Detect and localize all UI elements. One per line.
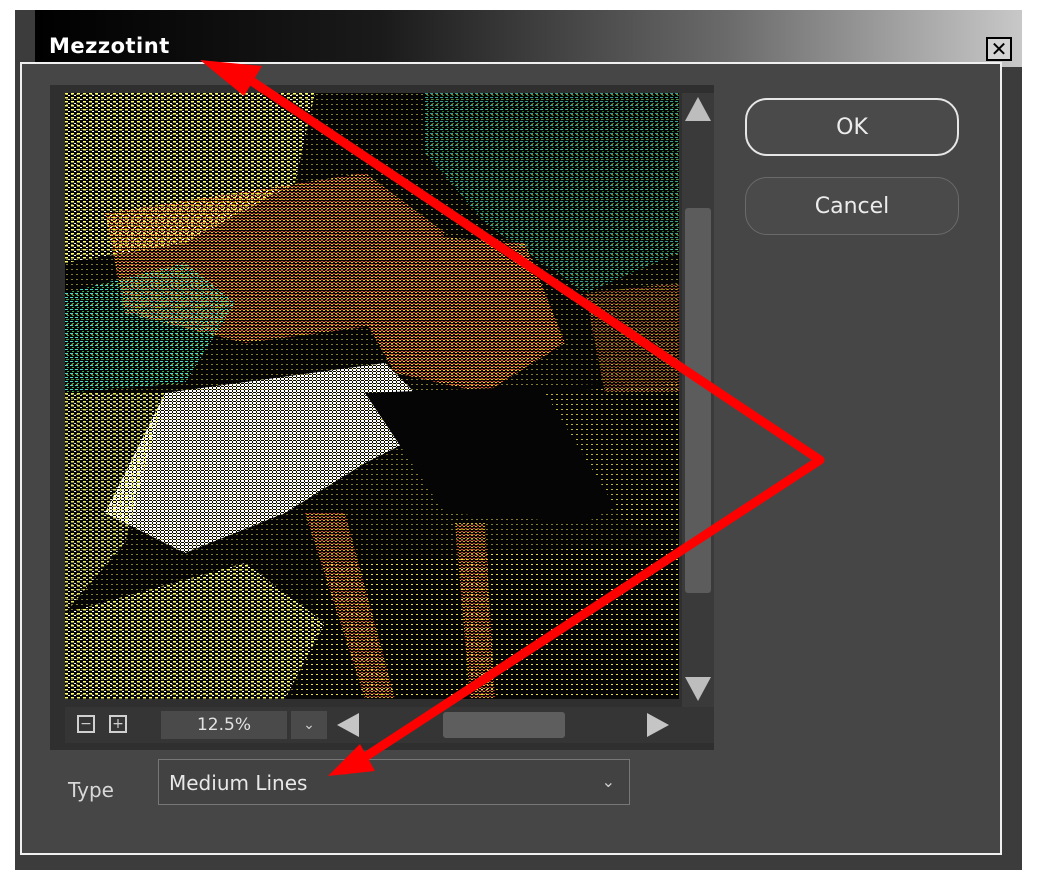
ok-button[interactable]: OK <box>745 98 959 156</box>
type-label: Type <box>68 778 114 802</box>
title-bar: Mezzotint ✕ <box>35 10 1022 67</box>
vertical-scrollbar[interactable] <box>682 93 714 707</box>
zoom-level-value: 12.5% <box>196 715 251 735</box>
arrow-down-icon[interactable] <box>685 677 711 701</box>
vertical-scroll-thumb[interactable] <box>685 208 711 593</box>
zoom-in-button[interactable]: + <box>109 715 127 733</box>
close-icon: ✕ <box>990 37 1008 61</box>
zoom-level-field[interactable]: 12.5% <box>161 711 287 739</box>
type-select[interactable]: Medium Lines ⌄ <box>158 759 630 805</box>
zoom-out-button[interactable]: − <box>77 715 95 733</box>
zoom-in-icon: + <box>112 716 124 732</box>
zoom-bar: − + 12.5% ⌄ <box>65 707 714 743</box>
close-button[interactable]: ✕ <box>986 37 1012 61</box>
horizontal-scroll-thumb[interactable] <box>443 712 565 738</box>
zoom-dropdown-button[interactable]: ⌄ <box>291 711 327 739</box>
cancel-button[interactable]: Cancel <box>745 177 959 235</box>
window-title: Mezzotint <box>49 34 170 58</box>
arrow-left-icon[interactable] <box>337 713 359 737</box>
arrow-up-icon[interactable] <box>685 97 711 121</box>
zoom-out-icon: − <box>80 716 92 732</box>
filter-preview-image[interactable] <box>65 93 679 699</box>
chevron-down-icon: ⌄ <box>303 717 315 733</box>
preview-artwork <box>65 93 679 699</box>
preview-panel: − + 12.5% ⌄ <box>50 85 714 750</box>
type-select-value: Medium Lines <box>169 771 308 795</box>
arrow-right-icon[interactable] <box>647 713 669 737</box>
chevron-down-icon: ⌄ <box>601 772 615 791</box>
